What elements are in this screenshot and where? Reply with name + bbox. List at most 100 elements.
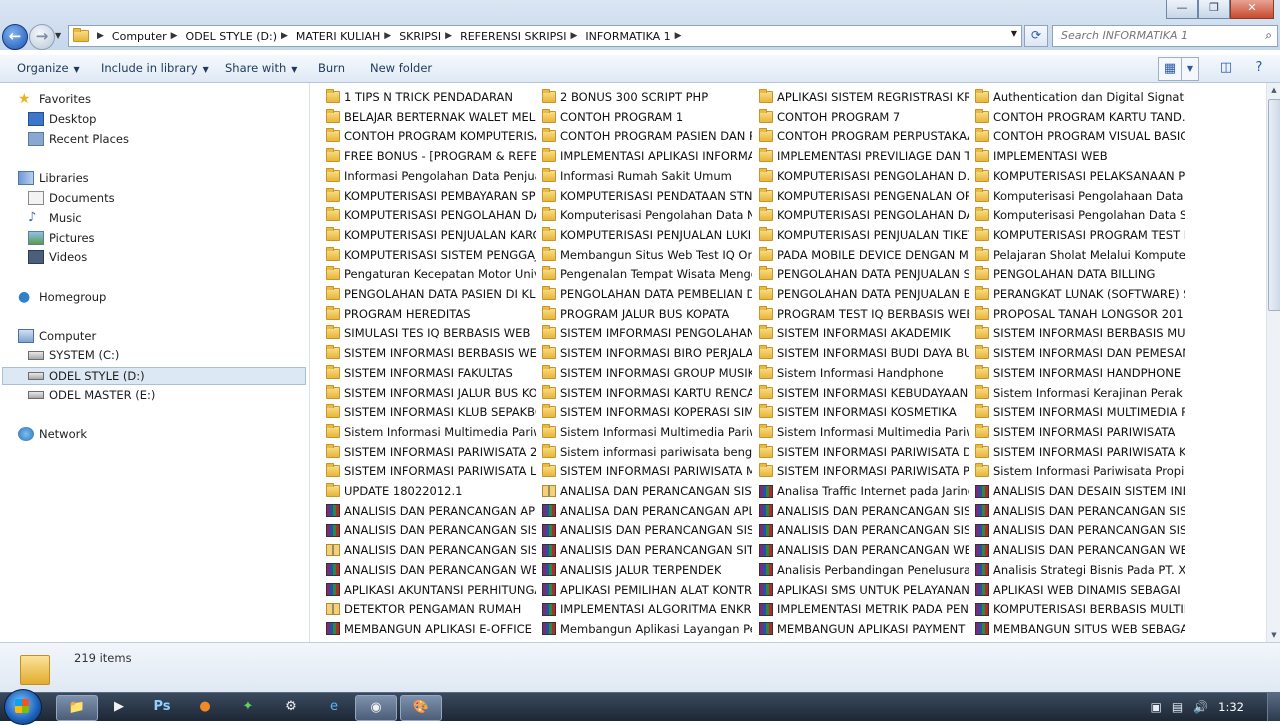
folder-item[interactable]: PERANGKAT LUNAK (SOFTWARE) S... — [975, 285, 1185, 303]
nav-recent-places[interactable]: Recent Places — [28, 132, 129, 146]
taskbar-firefox-button[interactable]: ● — [185, 695, 225, 719]
archive-item[interactable]: ANALISIS DAN PERANCANGAN WE... — [326, 561, 536, 579]
network-tray-icon[interactable]: ▤ — [1172, 700, 1183, 714]
archive-item[interactable]: ANALISIS DAN PERANCANGAN SIST... — [759, 521, 969, 539]
search-icon[interactable]: ⌕ — [1265, 28, 1272, 43]
archive-item[interactable]: ANALISIS DAN PERANCANGAN SIST... — [975, 502, 1185, 520]
folder-item[interactable]: CONTOH PROGRAM KARTU TAND... — [975, 108, 1185, 126]
taskbar-media-player-button[interactable]: ▶ — [99, 695, 139, 719]
search-box[interactable]: ⌕ — [1052, 25, 1278, 47]
taskbar-paint-button[interactable]: 🎨 — [400, 695, 442, 721]
folder-item[interactable]: APLIKASI SISTEM REGRISTRASI KRS ... — [759, 88, 969, 106]
archive-item[interactable]: MEMBANGUN APLIKASI E-OFFICE D... — [326, 620, 536, 638]
archive-item[interactable]: Membangun Aplikasi Layangan Pen... — [542, 620, 752, 638]
folder-item[interactable]: SISTEM INFORMASI PARIWISATA DI ... — [759, 443, 969, 461]
folder-item[interactable]: Pengaturan Kecepatan Motor Univer... — [326, 265, 536, 283]
folder-item[interactable]: PENGOLAHAN DATA PENJUALAN B... — [759, 285, 969, 303]
folder-item[interactable]: KOMPUTERISASI PENDATAAN STNK... — [542, 187, 752, 205]
archive-item[interactable]: ANALISIS DAN PERANCANGAN SIST... — [759, 502, 969, 520]
folder-item[interactable]: KOMPUTERISASI PENGOLAHAN DA... — [759, 206, 969, 224]
folder-item[interactable]: PENGOLAHAN DATA PEMBELIAN D... — [542, 285, 752, 303]
nav-drive-d[interactable]: ODEL STYLE (D:) — [2, 367, 306, 385]
archive-item[interactable]: ANALISIS DAN PERANCANGAN SIST... — [542, 521, 752, 539]
archive-item[interactable]: ANALISA DAN PERANCANGAN SIST... — [542, 482, 752, 500]
nav-computer[interactable]: Computer — [18, 329, 96, 343]
archive-item[interactable]: APLIKASI AKUNTANSI PERHITUNGA... — [326, 581, 536, 599]
change-view-button[interactable]: ▦ — [1158, 57, 1182, 81]
folder-item[interactable]: CONTOH PROGRAM KOMPUTERISA... — [326, 127, 536, 145]
nav-libraries[interactable]: Libraries — [18, 171, 89, 185]
include-in-library-button[interactable]: Include in library ▼ — [101, 61, 209, 75]
archive-item[interactable]: ANALISIS DAN PERANCANGAN SIST... — [975, 521, 1185, 539]
new-folder-button[interactable]: New folder — [370, 61, 432, 75]
scroll-down-icon[interactable]: ▼ — [1267, 628, 1280, 642]
archive-item[interactable]: APLIKASI WEB DINAMIS SEBAGAI SA... — [975, 581, 1185, 599]
folder-item[interactable]: SISTEM INFORMASI PARIWISATA PA... — [759, 462, 969, 480]
nav-documents[interactable]: Documents — [28, 191, 115, 205]
archive-item[interactable]: Analisis Perbandingan Penelusuran s... — [759, 561, 969, 579]
folder-item[interactable]: Pelajaran Sholat Melalui Komputer ... — [975, 246, 1185, 264]
folder-item[interactable]: CONTOH PROGRAM PERPUSTAKAAN — [759, 127, 969, 145]
folder-item[interactable]: PROPOSAL TANAH LONGSOR 2011 — [975, 305, 1185, 323]
folder-item[interactable]: SISTEM INFORMASI KARTU RENCA... — [542, 384, 752, 402]
breadcrumb-arrow-icon[interactable]: ▶ — [171, 31, 178, 41]
breadcrumb-segment[interactable]: Computer ▶ — [112, 30, 186, 43]
folder-item[interactable]: KOMPUTERISASI PROGRAM TEST IQ — [975, 226, 1185, 244]
folder-item[interactable]: SISTEM INFORMASI BERBASIS MULT... — [975, 324, 1185, 342]
folder-item[interactable]: SISTEM INFORMASI BERBASIS WEB — [326, 344, 536, 362]
folder-item[interactable]: KOMPUTERISASI PENGOLAHAN DA... — [326, 206, 536, 224]
folder-item[interactable]: CONTOH PROGRAM PASIEN DAN P... — [542, 127, 752, 145]
archive-item[interactable]: ANALISIS DAN PERANCANGAN SIST... — [326, 541, 536, 559]
folder-item[interactable]: KOMPUTERISASI PEMBAYARAN SPP... — [326, 187, 536, 205]
folder-item[interactable]: IMPLEMENTASI PREVILIAGE DAN T... — [759, 147, 969, 165]
clock[interactable]: 1:32 — [1218, 700, 1244, 714]
folder-item[interactable]: SISTEM IMFORMASI PENGOLAHAN ... — [542, 324, 752, 342]
archive-item[interactable]: ANALISIS JALUR TERPENDEK — [542, 561, 752, 579]
share-with-button[interactable]: Share with ▼ — [225, 61, 297, 75]
folder-item[interactable]: KOMPUTERISASI SISTEM PENGGAJI... — [326, 246, 536, 264]
taskbar-app-green-button[interactable]: ✦ — [228, 695, 268, 719]
archive-item[interactable]: KOMPUTERISASI BERBASIS MULTIM... — [975, 600, 1185, 618]
taskbar-explorer-button[interactable]: 📁 — [56, 695, 98, 721]
breadcrumb-arrow-icon[interactable]: ▶ — [97, 31, 104, 41]
taskbar-photoshop-button[interactable]: Ps — [142, 695, 182, 719]
nav-homegroup[interactable]: ● Homegroup — [18, 290, 106, 304]
folder-item[interactable]: Sistem informasi pariwisata beng — [542, 443, 752, 461]
taskbar-internet-explorer-button[interactable]: e — [314, 695, 354, 719]
breadcrumb-arrow-icon[interactable]: ▶ — [445, 31, 452, 41]
back-button[interactable]: ← — [2, 24, 28, 50]
folder-item[interactable]: Authentication dan Digital Signature... — [975, 88, 1185, 106]
recent-pages-dropdown[interactable]: ▼ — [55, 31, 61, 40]
folder-item[interactable]: SISTEM INFORMASI PARIWISATA 2 — [326, 443, 536, 461]
folder-item[interactable]: SISTEM INFORMASI KEBUDAYAAN ... — [759, 384, 969, 402]
help-button[interactable]: ? — [1248, 57, 1270, 79]
folder-item[interactable]: SISTEM INFORMASI GROUP MUSIK — [542, 364, 752, 382]
folder-item[interactable]: PENGOLAHAN DATA PENJUALAN S... — [759, 265, 969, 283]
folder-item[interactable]: SISTEM INFORMASI KOSMETIKA — [759, 403, 969, 421]
nav-desktop[interactable]: Desktop — [28, 112, 96, 126]
volume-icon[interactable]: 🔊 — [1193, 700, 1208, 714]
archive-item[interactable]: IMPLEMENTASI ALGORITMA ENKRI... — [542, 600, 752, 618]
view-options-dropdown[interactable]: ▼ — [1181, 57, 1199, 81]
archive-item[interactable]: Analisa Traffic Internet pada Jaringa... — [759, 482, 969, 500]
folder-item[interactable]: BELAJAR BERTERNAK WALET MELA... — [326, 108, 536, 126]
nav-pictures[interactable]: Pictures — [28, 231, 95, 245]
tray-app-icon[interactable]: ▣ — [1151, 700, 1162, 714]
folder-item[interactable]: 1 TIPS N TRICK PENDADARAN — [326, 88, 536, 106]
folder-item[interactable]: SISTEM INFORMASI PARIWISATA — [975, 423, 1185, 441]
folder-item[interactable]: SISTEM INFORMASI MULTIMEDIA P... — [975, 403, 1185, 421]
folder-item[interactable]: SISTEM INFORMASI KLUB SEPAKBOLA — [326, 403, 536, 421]
folder-item[interactable]: Komputerisasi Pengolahan Data Nila... — [542, 206, 752, 224]
folder-item[interactable]: IMPLEMENTASI APLIKASI INFORMA... — [542, 147, 752, 165]
refresh-button[interactable]: ⟳ — [1024, 25, 1048, 47]
archive-item[interactable]: ANALISA DAN PERANCANGAN APL... — [542, 502, 752, 520]
folder-item[interactable]: Sistem Informasi Multimedia Pariwis... — [326, 423, 536, 441]
folder-item[interactable]: Sistem Informasi Handphone — [759, 364, 969, 382]
nav-network[interactable]: Network — [18, 427, 87, 441]
archive-item[interactable]: ANALISIS DAN PERANCANGAN WE... — [759, 541, 969, 559]
folder-item[interactable]: SISTEM INFORMASI JALUR BUS KOP... — [326, 384, 536, 402]
taskbar-chrome-button[interactable]: ◉ — [355, 695, 397, 721]
nav-favorites[interactable]: ★ Favorites — [18, 92, 91, 106]
folder-item[interactable]: SISTEM INFORMASI KOPERASI SIMP... — [542, 403, 752, 421]
maximize-button[interactable]: ❐ — [1198, 0, 1230, 19]
